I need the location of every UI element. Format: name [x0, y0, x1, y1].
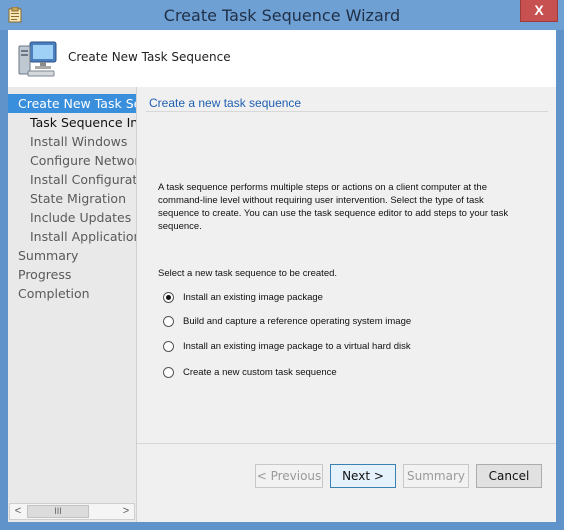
- nav-item-progress[interactable]: Progress: [18, 265, 71, 284]
- title-bar[interactable]: Create Task Sequence Wizard X: [0, 0, 564, 30]
- nav-item-task-sequence-information[interactable]: Task Sequence Information: [30, 113, 136, 132]
- window-title: Create Task Sequence Wizard: [163, 6, 401, 25]
- nav-item-include-updates[interactable]: Include Updates: [30, 208, 131, 227]
- wizard-step-nav: Create New Task Sequence Task Sequence I…: [8, 87, 137, 522]
- radio-button-selected[interactable]: [163, 292, 174, 303]
- wizard-client-area: Create New Task Sequence Create New Task…: [8, 30, 556, 522]
- page-description: A task sequence performs multiple steps …: [158, 182, 509, 232]
- scroll-left-button[interactable]: <: [10, 504, 26, 519]
- wizard-content: Create a new task sequence A task sequen…: [137, 87, 556, 522]
- radio-button[interactable]: [163, 316, 174, 327]
- next-button[interactable]: Next >: [330, 464, 396, 488]
- nav-item-create-new-task-sequence[interactable]: Create New Task Sequence: [8, 94, 136, 113]
- header-title: Create New Task Sequence: [68, 50, 231, 64]
- nav-horizontal-scrollbar[interactable]: < III >: [9, 503, 135, 520]
- previous-button[interactable]: < Previous: [255, 464, 323, 488]
- nav-item-configure-network[interactable]: Configure Network: [30, 151, 136, 170]
- radio-button[interactable]: [163, 367, 174, 378]
- nav-item-install-configuration-manager[interactable]: Install Configuration Manager: [30, 170, 136, 189]
- option-label: Create a new custom task sequence: [183, 367, 337, 378]
- nav-item-summary[interactable]: Summary: [18, 246, 78, 265]
- option-label: Install an existing image package to a v…: [183, 341, 411, 352]
- page-heading: Create a new task sequence: [149, 96, 302, 110]
- radio-button[interactable]: [163, 341, 174, 352]
- grip-icon: III: [54, 506, 62, 516]
- nav-item-state-migration[interactable]: State Migration: [30, 189, 126, 208]
- selection-prompt: Select a new task sequence to be created…: [158, 268, 338, 279]
- cancel-button[interactable]: Cancel: [476, 464, 542, 488]
- scroll-thumb[interactable]: III: [27, 505, 89, 518]
- option-label: Install an existing image package: [183, 292, 323, 303]
- nav-item-completion[interactable]: Completion: [18, 284, 90, 303]
- close-icon: X: [534, 2, 544, 18]
- nav-item-install-applications[interactable]: Install Applications: [30, 227, 136, 246]
- scroll-right-button[interactable]: >: [118, 504, 134, 519]
- summary-button[interactable]: Summary: [403, 464, 469, 488]
- wizard-header: Create New Task Sequence: [8, 30, 556, 88]
- chevron-left-icon: <: [14, 505, 22, 517]
- heading-divider: [146, 111, 548, 112]
- option-label: Build and capture a reference operating …: [183, 316, 412, 327]
- nav-item-install-windows[interactable]: Install Windows: [30, 132, 127, 151]
- computer-icon: [18, 41, 57, 77]
- footer-divider: [137, 443, 556, 444]
- close-button[interactable]: X: [520, 0, 558, 22]
- chevron-right-icon: >: [122, 505, 130, 517]
- wizard-window: Create Task Sequence Wizard X Create New…: [0, 0, 564, 530]
